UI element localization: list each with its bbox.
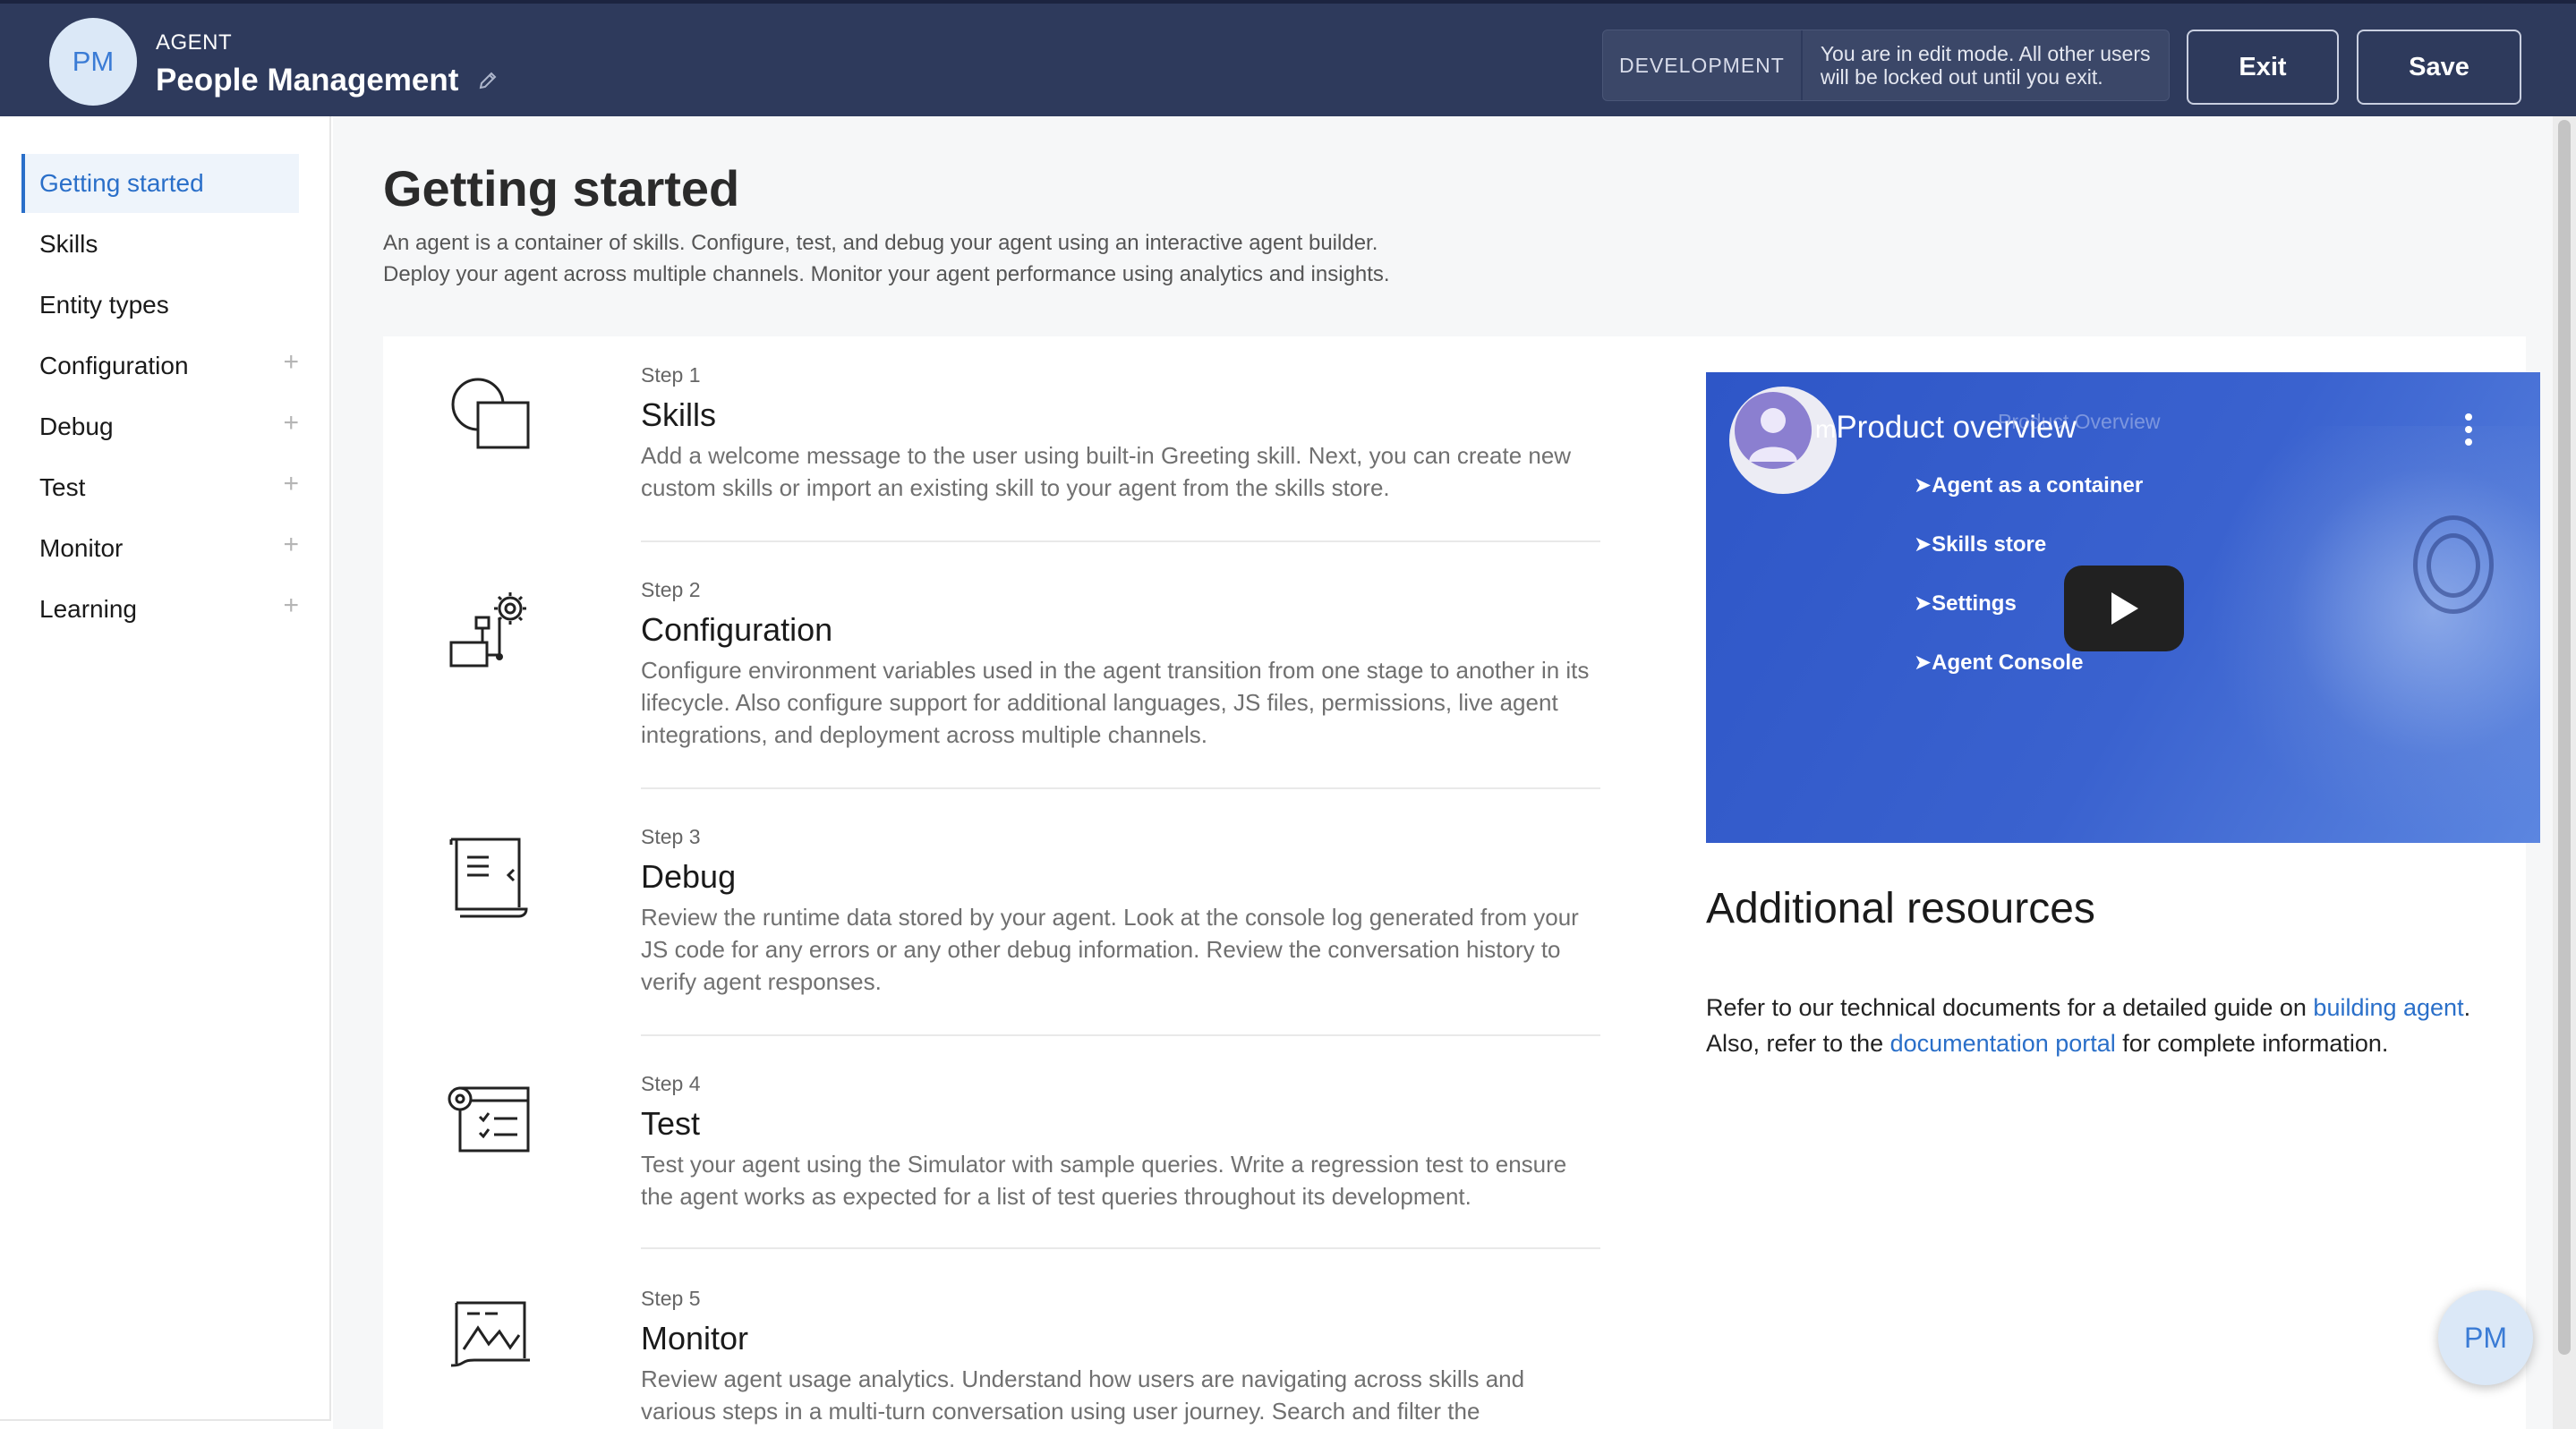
video-topic: ➤Agent Console [1914,651,2084,675]
resources-text: Also, refer to the [1706,1030,1890,1057]
page-description-line: Deploy your agent across multiple channe… [383,262,1390,286]
step-title: Configuration [641,611,833,648]
agent-name-row: People Management [156,63,498,98]
play-button[interactable] [2064,566,2184,651]
documentation-portal-link[interactable]: documentation portal [1890,1030,2116,1057]
step-description: Review agent usage analytics. Understand… [641,1365,1525,1425]
step-number: Step 1 [641,363,701,387]
page-description-line: An agent is a container of skills. Confi… [383,231,1378,255]
step-description: Review the runtime data stored by your a… [641,904,1579,995]
sidebar-item-debug[interactable]: Debug + [21,397,299,456]
video-topic: ➤Agent as a container [1914,473,2144,498]
sidebar-item-learning[interactable]: Learning + [21,580,299,639]
expand-plus-icon[interactable]: + [283,532,299,558]
environment-label: DEVELOPMENT [1603,30,1803,100]
product-overview-video[interactable]: Product Overview mProduct overview ➤Agen… [1706,372,2540,843]
building-agent-link[interactable]: building agent [2313,994,2463,1021]
sidebar-item-label: Getting started [39,169,204,197]
step-divider [641,540,1600,542]
main-content: Getting started An agent is a container … [333,116,2553,1429]
save-button[interactable]: Save [2357,30,2521,105]
page-title: Getting started [383,160,740,217]
step-divider [641,787,1600,789]
agent-avatar[interactable]: PM [49,18,137,106]
additional-resources-heading: Additional resources [1706,885,2095,932]
expand-plus-icon[interactable]: + [283,349,299,376]
configuration-gear-flow-icon [449,592,526,668]
page-scrollbar[interactable] [2553,116,2576,1429]
sidebar-item-label: Entity types [39,291,169,319]
step-divider [641,1247,1600,1249]
sidebar-item-label: Skills [39,230,98,258]
resources-text: . [2463,994,2471,1021]
expand-plus-icon[interactable]: + [283,592,299,619]
step-description: Test your agent using the Simulator with… [641,1151,1567,1210]
video-more-icon[interactable] [2465,413,2474,451]
channel-mark: m [1815,415,1837,443]
additional-resources-text: Refer to our technical documents for a d… [1706,990,2547,1061]
sidebar-item-getting-started[interactable]: Getting started [21,154,299,213]
expand-plus-icon[interactable]: + [283,471,299,498]
step-title: Skills [641,396,717,433]
sidebar-item-label: Monitor [39,534,124,562]
sidebar-item-entity-types[interactable]: Entity types [21,276,299,335]
skills-shapes-icon [451,378,530,449]
step-description: Add a welcome message to the user using … [641,442,1572,501]
page-description: An agent is a container of skills. Confi… [383,227,1905,290]
expand-plus-icon[interactable]: + [283,410,299,437]
play-icon [2111,592,2138,625]
video-title: mProduct overview [1815,410,2077,446]
video-title-text: Product overview [1836,410,2077,445]
step-title: Debug [641,858,737,895]
resources-text: for complete information. [2115,1030,2389,1057]
step-number: Step 2 [641,578,701,601]
step-description: Configure environment variables used in … [641,657,1590,748]
sidebar-item-label: Learning [39,595,137,623]
video-thumbnail-art [2207,426,2540,838]
user-avatar-fab[interactable]: PM [2438,1290,2533,1385]
sidebar-item-skills[interactable]: Skills [21,215,299,274]
monitor-chart-icon [450,1301,530,1367]
getting-started-card: Step 1 Skills Add a welcome message to t… [383,336,2540,1429]
step-divider [641,1034,1600,1036]
step-number: Step 5 [641,1287,701,1310]
edit-mode-message: You are in edit mode. All other users wi… [1820,42,2151,89]
sidebar-item-label: Debug [39,413,114,440]
step-number: Step 4 [641,1072,701,1095]
edit-mode-banner: DEVELOPMENT You are in edit mode. All ot… [1602,30,2170,101]
sidebar-item-label: Configuration [39,352,189,379]
sidebar-item-configuration[interactable]: Configuration + [21,336,299,396]
top-header: PM AGENT People Management DEVELOPMENT Y… [0,0,2576,116]
sidebar-nav: Getting started Skills Entity types Conf… [0,116,331,1421]
scrollbar-thumb[interactable] [2558,120,2571,1355]
step-title: Monitor [641,1320,749,1357]
resources-text: Refer to our technical documents for a d… [1706,994,2314,1021]
step-title: Test [641,1105,701,1142]
edit-pencil-icon[interactable] [478,71,498,90]
step-number: Step 3 [641,825,701,848]
test-checklist-gear-icon [448,1086,530,1153]
sidebar-item-test[interactable]: Test + [21,458,299,517]
video-thumbnail-art [2427,533,2480,598]
sidebar-item-label: Test [39,473,86,501]
agent-name: People Management [156,63,459,98]
agent-tag-label: AGENT [156,30,233,55]
exit-button[interactable]: Exit [2187,30,2339,105]
sidebar-item-monitor[interactable]: Monitor + [21,519,299,578]
channel-avatar-art [1735,392,1812,469]
debug-scroll-code-icon [449,838,528,918]
